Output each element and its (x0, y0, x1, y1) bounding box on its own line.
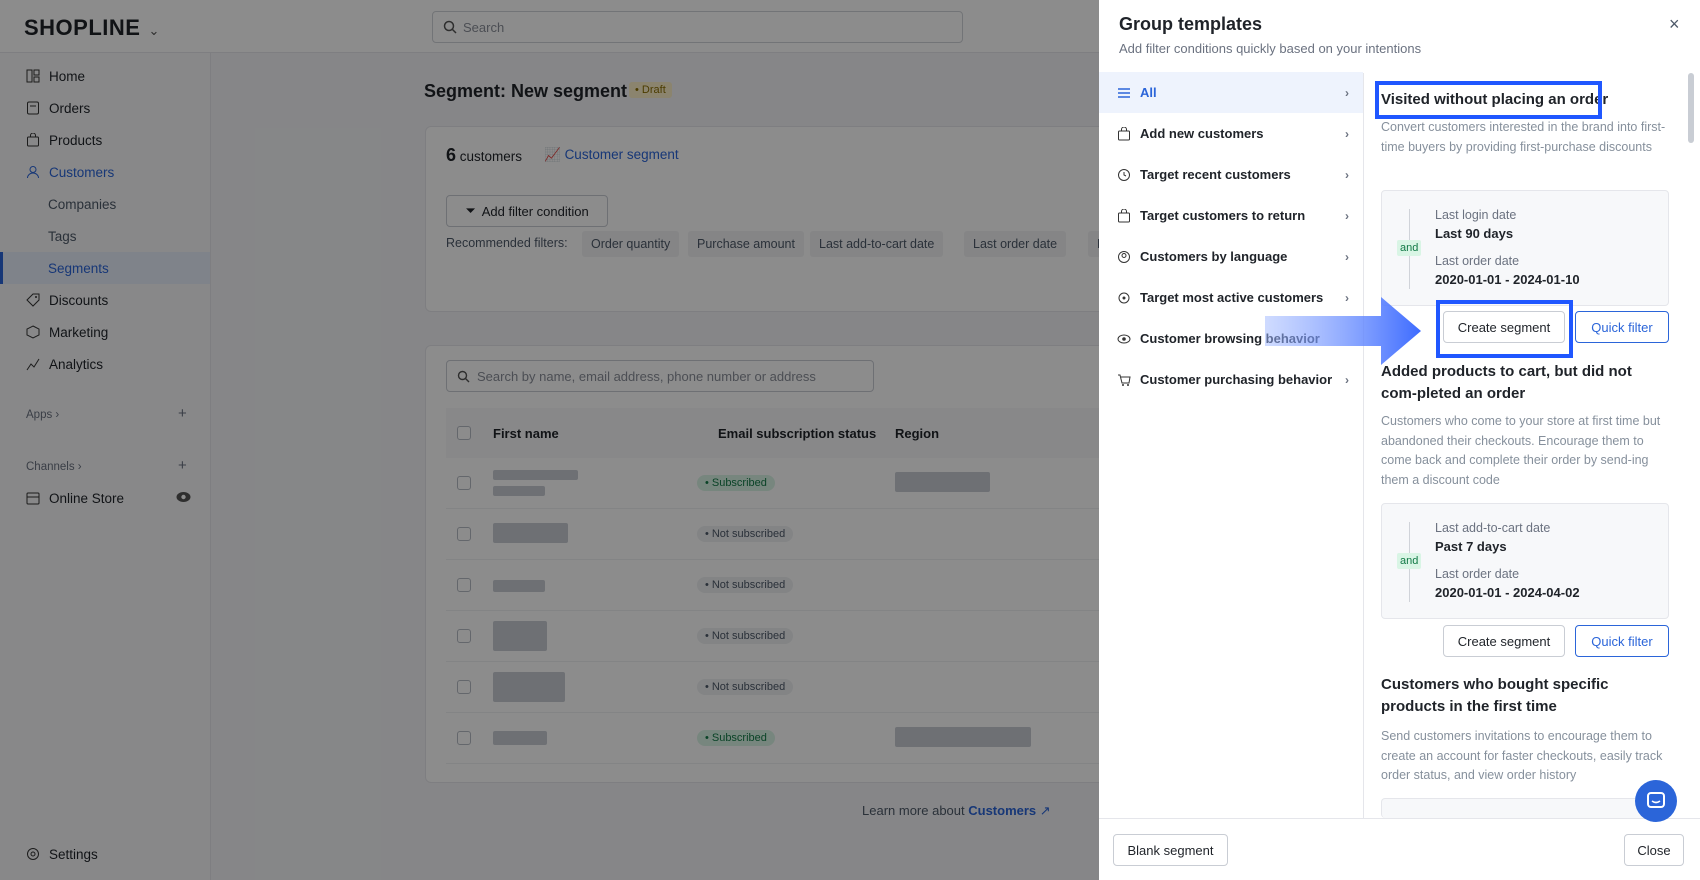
template-title: Customers who bought specific products i… (1381, 676, 1609, 715)
category-target-recent[interactable]: Target recent customers › (1099, 154, 1363, 195)
close-icon[interactable]: × (1669, 14, 1680, 35)
eye-icon (1117, 332, 1131, 346)
condition-label: Last add-to-cart date (1435, 521, 1551, 535)
chevron-right-icon: › (1345, 208, 1349, 223)
category-by-language[interactable]: Customers by language › (1099, 236, 1363, 277)
template-conditions: and Last add-to-cart date Past 7 days La… (1381, 503, 1669, 619)
condition-value: 2020-01-01 - 2024-04-02 (1435, 585, 1580, 600)
drawer-title: Group templates (1119, 14, 1263, 34)
category-all[interactable]: All › (1099, 72, 1363, 113)
chevron-right-icon: › (1345, 372, 1349, 387)
pointer-arrow-icon (1265, 297, 1421, 365)
clock-icon (1117, 168, 1131, 182)
target-icon (1117, 291, 1131, 305)
create-segment-button[interactable]: Create segment (1443, 625, 1565, 657)
cart-icon (1117, 373, 1131, 387)
chevron-right-icon: › (1345, 167, 1349, 182)
chat-icon (1647, 792, 1665, 808)
user-circle-icon (1117, 250, 1131, 264)
bag-icon (1117, 126, 1131, 141)
close-button[interactable]: Close (1624, 834, 1684, 866)
and-badge: and (1397, 553, 1422, 569)
condition-value: Last 90 days (1435, 226, 1514, 241)
category-add-new-customers[interactable]: Add new customers › (1099, 113, 1363, 154)
drawer-footer: Blank segment Close (1099, 818, 1700, 880)
quick-filter-button[interactable]: Quick filter (1575, 625, 1669, 657)
template-title: Added products to cart, but did not com-… (1381, 363, 1632, 402)
group-templates-drawer: Group templates Add filter conditions qu… (1099, 0, 1700, 880)
chevron-right-icon: › (1345, 249, 1349, 264)
quick-filter-button[interactable]: Quick filter (1575, 311, 1669, 343)
template-description: Send customers invitations to encourage … (1381, 729, 1663, 782)
blank-segment-button[interactable]: Blank segment (1113, 834, 1228, 866)
list-icon (1117, 86, 1131, 100)
drawer-scrollbar[interactable] (1688, 73, 1694, 143)
template-conditions: and Last login date Last 90 days Last or… (1381, 190, 1669, 306)
category-target-return[interactable]: Target customers to return › (1099, 195, 1363, 236)
condition-value: Past 7 days (1435, 539, 1507, 554)
condition-label: Last order date (1435, 254, 1520, 268)
chat-support-button[interactable] (1635, 780, 1677, 822)
template-description: Customers who come to your store at firs… (1381, 414, 1661, 487)
drawer-subtitle: Add filter conditions quickly based on y… (1119, 41, 1422, 56)
button-highlight-box (1436, 300, 1573, 358)
title-highlight-box (1375, 81, 1602, 119)
condition-value: 2020-01-01 - 2024-01-10 (1435, 272, 1580, 287)
chevron-right-icon: › (1345, 85, 1349, 100)
template-description: Convert customers interested in the bran… (1381, 120, 1666, 154)
and-badge: and (1397, 240, 1422, 256)
chevron-right-icon: › (1345, 126, 1349, 141)
template-conditions (1381, 798, 1669, 818)
condition-label: Last login date (1435, 208, 1517, 222)
condition-label: Last order date (1435, 567, 1520, 581)
category-purchasing-behavior[interactable]: Customer purchasing behavior › (1099, 359, 1363, 400)
modal-overlay[interactable] (0, 0, 1100, 880)
drawer-divider (1363, 73, 1364, 818)
bag-icon (1117, 208, 1131, 223)
